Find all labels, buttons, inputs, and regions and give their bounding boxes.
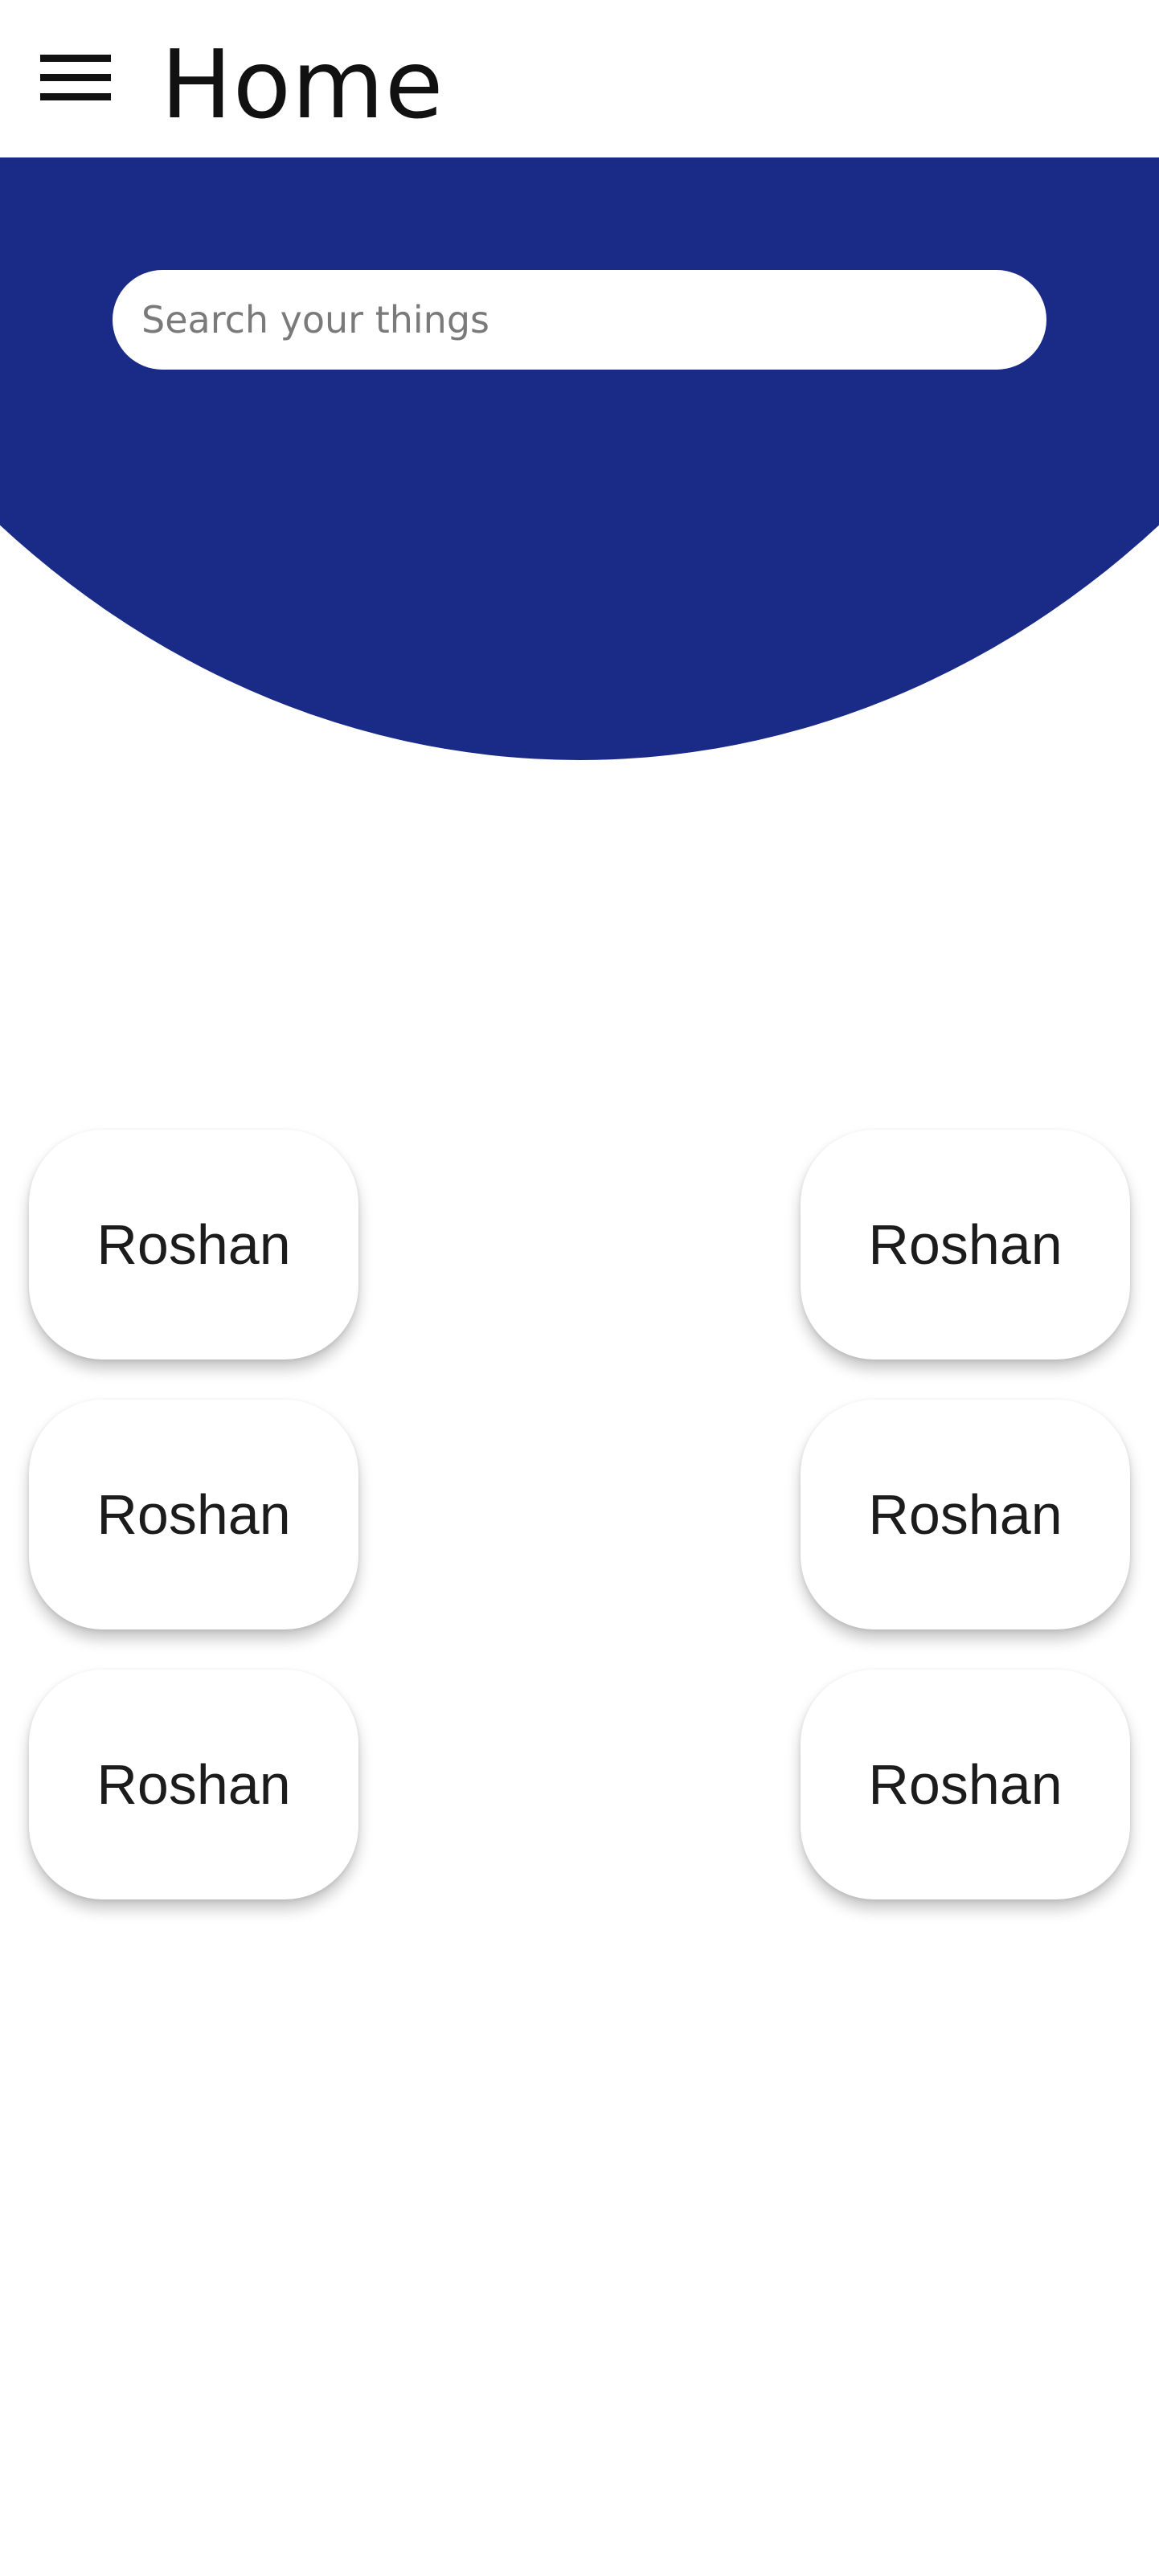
item-card[interactable]: Roshan	[29, 1670, 358, 1899]
item-card-label: Roshan	[868, 1753, 1063, 1816]
item-card[interactable]: Roshan	[801, 1670, 1130, 1899]
hamburger-menu-icon[interactable]	[35, 48, 116, 112]
search-input[interactable]	[113, 270, 1046, 370]
banner-curve	[0, 157, 1159, 760]
page-title: Home	[161, 29, 444, 140]
header-banner	[0, 157, 1159, 760]
item-card[interactable]: Roshan	[801, 1400, 1130, 1629]
item-card[interactable]: Roshan	[29, 1400, 358, 1629]
item-card-label: Roshan	[868, 1483, 1063, 1546]
item-card-label: Roshan	[868, 1213, 1063, 1276]
item-card[interactable]: Roshan	[801, 1130, 1130, 1360]
item-card-label: Roshan	[96, 1483, 291, 1546]
item-card-label: Roshan	[96, 1213, 291, 1276]
item-card-label: Roshan	[96, 1753, 291, 1816]
app-bar: Home	[0, 0, 1159, 157]
item-card[interactable]: Roshan	[29, 1130, 358, 1360]
